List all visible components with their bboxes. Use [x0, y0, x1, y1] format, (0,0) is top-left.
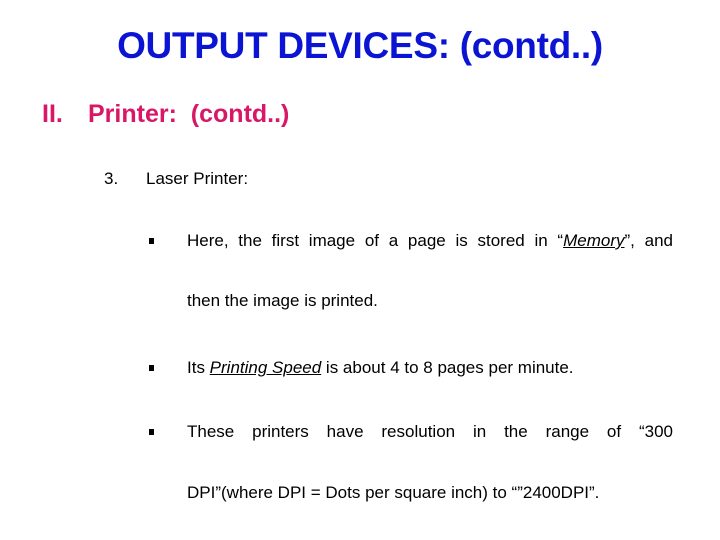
slide-title: OUTPUT DEVICES: (contd..): [117, 25, 603, 66]
section-label: Printer: (contd..): [88, 100, 290, 128]
section-number: II.: [42, 100, 63, 128]
bullet-3-line-1: These printers have resolution in the ra…: [187, 422, 673, 441]
bullet-square-icon: [149, 238, 154, 244]
memory-emphasis: Memory: [563, 231, 625, 250]
bullet-2-text: Its: [187, 358, 210, 377]
bullet-2: Its Printing Speed is about 4 to 8 pages…: [187, 356, 673, 380]
bullet-1-line-1: Here, the first image of a page is store…: [187, 229, 673, 253]
bullet-1-line-2: then the image is printed.: [187, 291, 378, 310]
bullet-2-text-end: is about 4 to 8 pages per minute.: [321, 358, 574, 377]
bullet-1-text-end: ”, and: [624, 231, 673, 250]
bullet-square-icon: [149, 429, 154, 435]
bullet-square-icon: [149, 365, 154, 371]
section-heading: II. Printer: (contd..): [42, 96, 289, 132]
bullet-1-text: Here, the first image of a page is store…: [187, 231, 564, 250]
bullet-3-line-2: DPI”(where DPI = Dots per square inch) t…: [187, 483, 600, 502]
item-label: Laser Printer:: [146, 169, 249, 188]
item-number: 3.: [104, 169, 119, 188]
printing-speed-emphasis: Printing Speed: [209, 358, 322, 377]
